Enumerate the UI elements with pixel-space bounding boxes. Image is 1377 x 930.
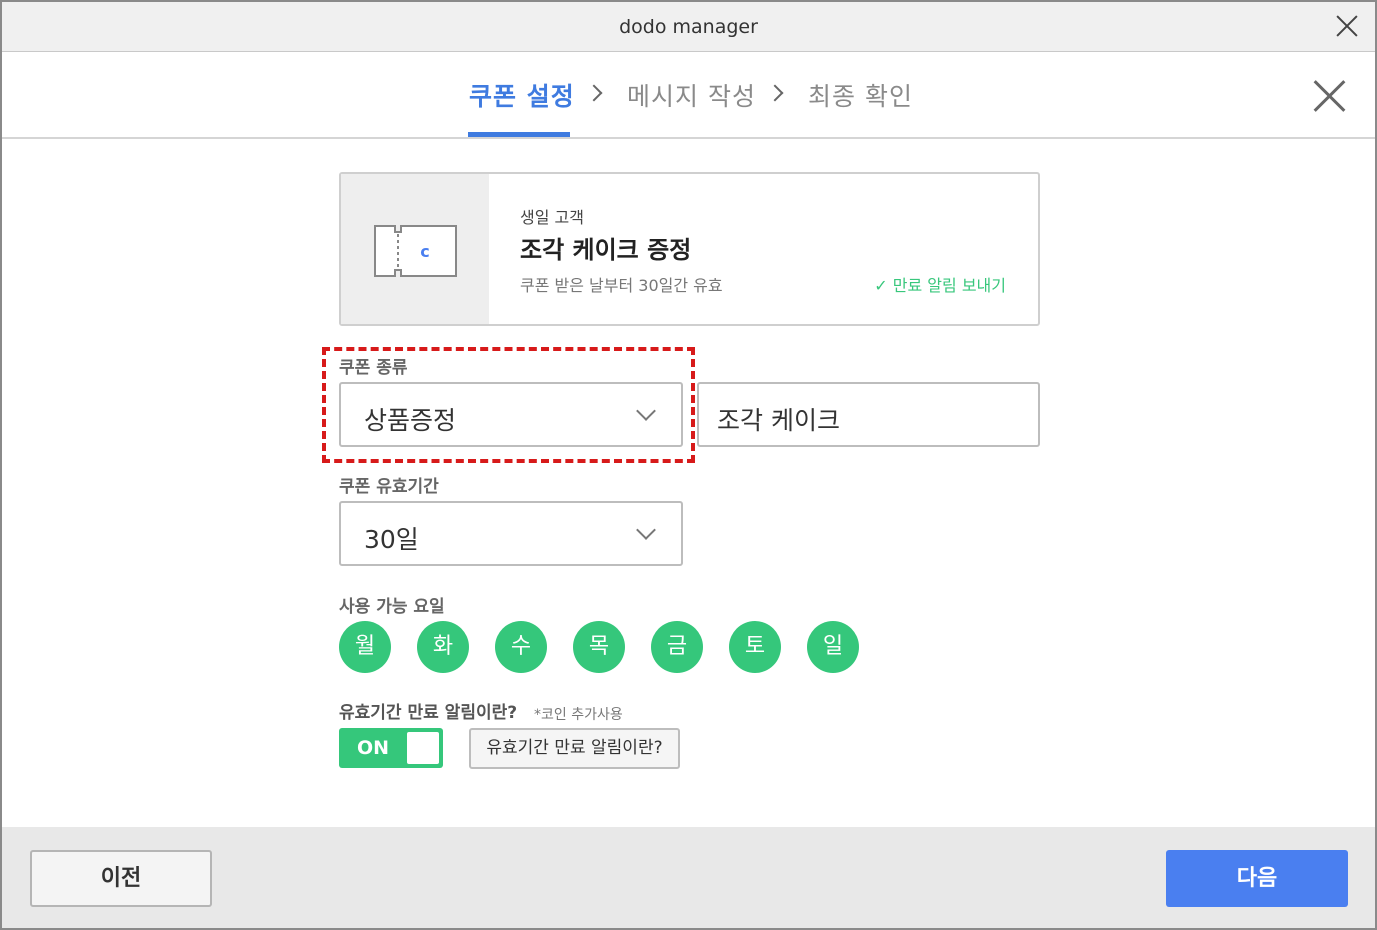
coupon-preview-card: c 생일 고객 조각 케이크 증정 쿠폰 받은 날부터 30일간 유효 ✓ 만료… <box>339 172 1040 326</box>
expiry-alert-help-button[interactable]: 유효기간 만료 알림이란? <box>469 728 680 769</box>
expiry-alert-question: 유효기간 만료 알림이란? <box>339 703 518 723</box>
product-name-input[interactable]: 조각 케이크 <box>697 382 1040 447</box>
step-navigation: 쿠폰 설정 메시지 작성 최종 확인 <box>2 53 1375 139</box>
coupon-ticket-icon: c <box>374 225 457 277</box>
day-toggle-sat[interactable]: 토 <box>729 621 781 673</box>
step-final-confirm[interactable]: 최종 확인 <box>808 77 913 113</box>
chevron-right-icon <box>585 84 603 102</box>
expiry-alert-toggle[interactable]: ON <box>339 728 443 768</box>
chevron-down-icon <box>636 401 656 421</box>
step-message-compose[interactable]: 메시지 작성 <box>627 77 756 113</box>
next-button[interactable]: 다음 <box>1166 850 1348 907</box>
coupon-thumbnail: c <box>341 174 489 324</box>
day-toggle-tue[interactable]: 화 <box>417 621 469 673</box>
chevron-down-icon <box>636 520 656 540</box>
day-toggle-mon[interactable]: 월 <box>339 621 391 673</box>
expiry-alert-text: 만료 알림 보내기 <box>892 276 1006 295</box>
coupon-validity-select[interactable]: 30일 <box>339 501 683 566</box>
day-toggle-sun[interactable]: 일 <box>807 621 859 673</box>
day-toggle-thu[interactable]: 목 <box>573 621 625 673</box>
footer-bar: 이전 다음 <box>2 827 1375 928</box>
toggle-state-label: ON <box>357 737 390 759</box>
coupon-validity-value: 30일 <box>364 525 419 554</box>
form-content: c 생일 고객 조각 케이크 증정 쿠폰 받은 날부터 30일간 유효 ✓ 만료… <box>2 141 1375 827</box>
product-name-value: 조각 케이크 <box>717 406 840 435</box>
usable-days-label: 사용 가능 요일 <box>339 597 445 617</box>
app-window: dodo manager 쿠폰 설정 메시지 작성 최종 확인 c 생일 고객 … <box>0 0 1377 930</box>
coupon-target-label: 생일 고객 <box>520 208 584 227</box>
expiry-alert-note: *코인 추가사용 <box>534 707 623 723</box>
toggle-knob <box>407 732 439 764</box>
active-step-indicator <box>468 132 570 137</box>
coupon-type-label: 쿠폰 종류 <box>339 358 408 378</box>
prev-button[interactable]: 이전 <box>30 850 212 907</box>
coupon-type-value: 상품증정 <box>364 406 457 435</box>
coupon-validity-text: 쿠폰 받은 날부터 30일간 유효 <box>520 276 723 295</box>
check-icon: ✓ <box>874 276 888 295</box>
day-toggle-fri[interactable]: 금 <box>651 621 703 673</box>
coupon-type-select[interactable]: 상품증정 <box>339 382 683 447</box>
expiry-alert-status: ✓ 만료 알림 보내기 <box>874 272 1006 296</box>
day-toggle-wed[interactable]: 수 <box>495 621 547 673</box>
window-title: dodo manager <box>619 16 758 38</box>
coupon-validity-label: 쿠폰 유효기간 <box>339 477 439 497</box>
modal-close-icon[interactable] <box>1313 79 1347 113</box>
window-close-icon[interactable] <box>1333 12 1361 40</box>
step-coupon-settings[interactable]: 쿠폰 설정 <box>469 77 575 113</box>
coupon-thumb-letter: c <box>420 242 429 261</box>
chevron-right-icon <box>766 84 784 102</box>
title-bar: dodo manager <box>2 2 1375 52</box>
coupon-title: 조각 케이크 증정 <box>520 236 692 264</box>
